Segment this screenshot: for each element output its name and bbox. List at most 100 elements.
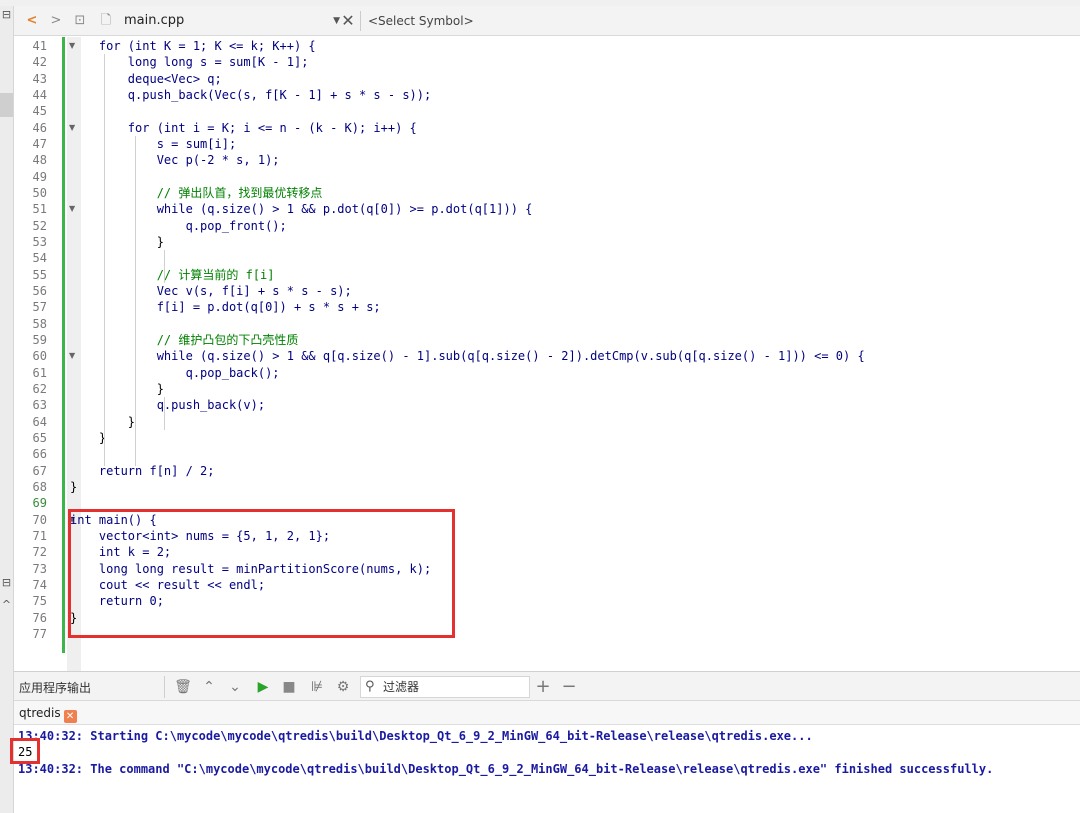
chevron-down-icon: ▼ bbox=[333, 16, 340, 26]
attach-icon[interactable]: ⊯ bbox=[308, 677, 326, 697]
line-number: 46 bbox=[32, 120, 47, 135]
code-line: long long s = sum[K - 1]; bbox=[70, 55, 309, 70]
code-line: return f[n] / 2; bbox=[70, 463, 215, 478]
output-filter-input[interactable]: ⚲ 过滤器 bbox=[360, 676, 530, 698]
code-line: q.pop_back(); bbox=[70, 365, 280, 380]
output-tab-bar: qtredis ✕ bbox=[14, 701, 1080, 725]
main-function-highlight bbox=[68, 509, 455, 638]
line-number: 59 bbox=[32, 332, 47, 347]
line-number: 68 bbox=[32, 479, 47, 494]
indent-guide bbox=[164, 397, 165, 430]
close-icon[interactable]: ✕ bbox=[63, 710, 77, 723]
code-line: } bbox=[70, 479, 78, 494]
run-icon[interactable]: ▶ bbox=[254, 677, 272, 697]
line-number: 76 bbox=[32, 610, 47, 625]
output-pane-title: 应用程序输出 bbox=[19, 681, 92, 695]
line-number: 52 bbox=[32, 218, 47, 233]
code-line: } bbox=[70, 414, 136, 429]
line-number: 63 bbox=[32, 398, 47, 413]
editor-toolbar: < > ⊡ 🗋 main.cpp ▼ ✕ <Select Symbol> bbox=[14, 6, 1080, 36]
line-number: 48 bbox=[32, 153, 47, 168]
line-number: 69 bbox=[32, 496, 47, 511]
sidebar-icon[interactable]: ⊟ bbox=[0, 8, 13, 21]
line-number: 62 bbox=[32, 381, 47, 396]
line-number: 74 bbox=[32, 577, 47, 592]
line-number: 67 bbox=[32, 463, 47, 478]
line-number: 72 bbox=[32, 545, 47, 560]
result-highlight bbox=[10, 738, 40, 764]
code-line: Vec p(-2 * s, 1); bbox=[70, 153, 280, 168]
code-line: for (int K = 1; K <= k; K++) { bbox=[70, 39, 316, 53]
line-number: 66 bbox=[32, 447, 47, 462]
code-line: for (int i = K; i <= n - (k - K); i++) { bbox=[70, 120, 417, 135]
mode-sidebar: ⊟ ⊟ ^ bbox=[0, 6, 14, 813]
line-number: 77 bbox=[32, 626, 47, 641]
line-number: 50 bbox=[32, 185, 47, 200]
code-line: Vec v(s, f[i] + s * s - s); bbox=[70, 283, 352, 298]
code-line: q.push_back(Vec(s, f[K - 1] + s * s - s)… bbox=[70, 87, 432, 102]
code-line: s = sum[i]; bbox=[70, 136, 237, 151]
open-file-selector[interactable]: main.cpp ▼ bbox=[120, 10, 342, 32]
line-number: 49 bbox=[32, 169, 47, 184]
back-arrow-icon[interactable]: < bbox=[24, 12, 40, 30]
close-document-icon[interactable]: ✕ bbox=[340, 12, 356, 30]
line-number: 43 bbox=[32, 71, 47, 86]
code-line: // 计算当前的 f[i] bbox=[70, 267, 275, 282]
indent-guide bbox=[135, 136, 136, 466]
application-output[interactable]: 13:40:32: Starting C:\mycode\mycode\qtre… bbox=[14, 726, 1080, 813]
line-number: 70 bbox=[32, 512, 47, 527]
line-number: 45 bbox=[32, 104, 47, 119]
line-number: 53 bbox=[32, 234, 47, 249]
code-line: } bbox=[70, 430, 107, 445]
line-number: 41 bbox=[32, 39, 47, 53]
code-line: f[i] = p.dot(q[0]) + s * s + s; bbox=[70, 300, 381, 315]
code-line: while (q.size() > 1 && q[q.size() - 1].s… bbox=[70, 349, 865, 364]
code-line: q.pop_front(); bbox=[70, 218, 287, 233]
indent-guide bbox=[104, 54, 105, 466]
line-number: 60 bbox=[32, 349, 47, 364]
line-number: 55 bbox=[32, 267, 47, 282]
open-file-name: main.cpp bbox=[124, 13, 185, 28]
trash-icon[interactable]: 🗑 bbox=[174, 677, 192, 697]
code-line: } bbox=[70, 234, 164, 249]
symbol-selector[interactable]: <Select Symbol> bbox=[368, 10, 474, 32]
output-toolbar: 应用程序输出 🗑 ⌃ ⌄ ▶ ■ ⊯ ⚙ ⚲ 过滤器 + − bbox=[14, 671, 1080, 701]
toolbar-divider bbox=[164, 676, 165, 698]
toolbar-divider bbox=[360, 11, 361, 31]
code-line: deque<Vec> q; bbox=[70, 71, 222, 86]
collapse-icon[interactable]: ^ bbox=[0, 598, 13, 611]
line-number: 65 bbox=[32, 430, 47, 445]
tab-label: qtredis bbox=[19, 706, 61, 720]
plus-icon[interactable]: + bbox=[534, 677, 552, 697]
output-start-line: 13:40:32: Starting C:\mycode\mycode\qtre… bbox=[18, 729, 813, 743]
line-number: 58 bbox=[32, 316, 47, 331]
line-number: 71 bbox=[32, 528, 47, 543]
output-finish-line: 13:40:32: The command "C:\mycode\mycode\… bbox=[18, 762, 994, 776]
line-number: 47 bbox=[32, 136, 47, 151]
indent-guide bbox=[164, 250, 165, 283]
line-number: 57 bbox=[32, 300, 47, 315]
chevron-up-icon[interactable]: ⌃ bbox=[200, 677, 218, 697]
forward-arrow-icon[interactable]: > bbox=[48, 12, 64, 30]
line-number: 51 bbox=[32, 202, 47, 217]
line-number: 73 bbox=[32, 561, 47, 576]
line-number: 42 bbox=[32, 55, 47, 70]
tab-qtredis[interactable]: qtredis ✕ bbox=[19, 703, 77, 724]
gear-icon[interactable]: ⚙ bbox=[334, 677, 352, 697]
file-icon: 🗋 bbox=[100, 13, 112, 28]
line-number: 61 bbox=[32, 365, 47, 380]
sidebar-icon[interactable]: ⊟ bbox=[0, 576, 13, 589]
search-icon: ⚲ bbox=[365, 679, 375, 694]
chevron-down-icon[interactable]: ⌄ bbox=[226, 677, 244, 697]
code-line: } bbox=[70, 381, 164, 396]
minus-icon[interactable]: − bbox=[560, 677, 578, 697]
mode-selected-item[interactable] bbox=[0, 93, 13, 117]
line-number: 75 bbox=[32, 594, 47, 609]
stop-icon[interactable]: ■ bbox=[280, 677, 298, 697]
filter-placeholder: 过滤器 bbox=[383, 680, 420, 694]
line-number: 56 bbox=[32, 283, 47, 298]
changed-lines-marker bbox=[62, 37, 65, 653]
line-number: 64 bbox=[32, 414, 47, 429]
lock-icon[interactable]: ⊡ bbox=[72, 12, 88, 30]
line-number: 54 bbox=[32, 251, 47, 266]
